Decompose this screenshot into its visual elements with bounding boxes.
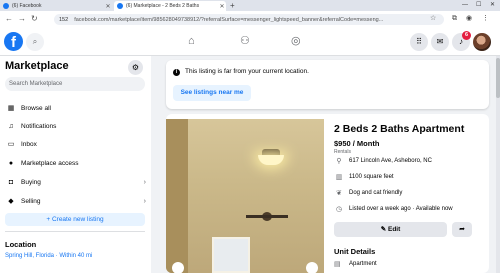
- sidebar-item-browse-all[interactable]: ▦ Browse all: [5, 101, 146, 115]
- storefront-icon: ▦: [7, 105, 15, 112]
- photo-light-glow: [258, 155, 284, 165]
- new-tab-button[interactable]: +: [230, 1, 235, 10]
- listing-address: 617 Lincoln Ave, Asheboro, NC: [349, 158, 432, 164]
- facebook-top-nav: f ⌕ ⌂ ⚇ ◎ ⠿ ✉ ♪ 6: [0, 28, 500, 56]
- browser-toolbar: ← → ↻ 152 facebook.com/marketplace/item/…: [0, 11, 500, 28]
- site-info-chip[interactable]: 152: [59, 17, 68, 23]
- edit-button[interactable]: ✎ Edit: [334, 222, 447, 237]
- address-row: ⚲ 617 Lincoln Ave, Asheboro, NC: [334, 157, 432, 165]
- bell-icon: ♫: [8, 122, 14, 130]
- user-icon: ●: [8, 159, 14, 167]
- listing-pets: Dog and cat friendly: [349, 190, 403, 196]
- chevron-right-icon: ›: [143, 178, 146, 186]
- url-text: facebook.com/marketplace/item/9856280497…: [74, 16, 384, 23]
- minimize-button[interactable]: —: [462, 0, 468, 10]
- sidebar-item-label: Browse all: [21, 104, 51, 112]
- gear-icon[interactable]: ⚙: [128, 60, 143, 75]
- listing-price: $950 / Month: [334, 139, 380, 148]
- share-arrow-icon: ➦: [459, 226, 465, 233]
- sidebar-item-label: Buying: [21, 178, 41, 186]
- sidebar-item-buying[interactable]: ◘ Buying ›: [5, 175, 146, 189]
- sidebar-item-inbox[interactable]: ▭ Inbox: [5, 137, 146, 151]
- forward-arrow-icon[interactable]: →: [18, 14, 26, 24]
- listed-row: ◷ Listed over a week ago · Available now: [334, 205, 453, 213]
- sidebar-item-selling[interactable]: ◆ Selling ›: [5, 194, 146, 208]
- create-new-listing-button[interactable]: + Create new listing: [5, 213, 145, 226]
- menu-grid-icon[interactable]: ⠿: [410, 33, 428, 51]
- home-icon[interactable]: ⌂: [188, 35, 195, 47]
- building-icon: ▤: [334, 261, 341, 268]
- facebook-favicon-icon: [117, 3, 123, 9]
- close-window-button[interactable]: ✕: [490, 0, 495, 10]
- inbox-icon: ▭: [7, 141, 15, 148]
- see-listings-near-me-button[interactable]: See listings near me: [173, 85, 251, 101]
- groups-icon[interactable]: ◎: [291, 35, 301, 47]
- sidebar-item-label: Notifications: [21, 122, 57, 130]
- photo-window: [212, 237, 250, 273]
- sidebar-item-notifications[interactable]: ♫ Notifications: [5, 119, 146, 133]
- pencil-icon: ✎: [380, 226, 388, 233]
- sidebar-item-label: Marketplace access: [21, 159, 79, 167]
- pets-row: ❦ Dog and cat friendly: [334, 189, 402, 197]
- previous-photo-button[interactable]: [172, 262, 184, 273]
- back-arrow-icon[interactable]: ←: [5, 14, 13, 24]
- notice-message: This listing is far from your current lo…: [185, 68, 309, 75]
- bag-icon: ◘: [8, 178, 14, 186]
- photo-fan-blades: [246, 215, 288, 218]
- unit-type: Apartment: [349, 261, 377, 267]
- tab-close-icon[interactable]: ✕: [218, 3, 226, 10]
- profile-icon[interactable]: ◉: [466, 14, 472, 24]
- scrollbar-thumb[interactable]: [496, 58, 500, 98]
- reload-icon[interactable]: ↻: [31, 14, 38, 24]
- listing-size: 1100 square feet: [349, 174, 394, 180]
- browser-tab-strip: (6) Facebook ✕ (6) Marketplace - 2 Beds …: [0, 0, 500, 11]
- facebook-logo-icon[interactable]: f: [4, 32, 23, 51]
- unit-type-row: ▤ Apartment: [334, 260, 377, 268]
- listing-listed: Listed over a week ago · Available now: [349, 206, 453, 212]
- share-button[interactable]: ➦: [452, 222, 472, 237]
- listing-photo[interactable]: [166, 119, 324, 273]
- marketplace-search-input[interactable]: Search Marketplace: [5, 77, 145, 91]
- search-icon[interactable]: ⌕: [26, 33, 44, 51]
- sidebar-item-label: Inbox: [21, 140, 37, 148]
- sidebar-title: Marketplace: [5, 60, 69, 72]
- maximize-button[interactable]: ☐: [476, 0, 481, 10]
- bookmark-star-icon[interactable]: ☆: [430, 14, 436, 22]
- location-heading: Location: [5, 240, 37, 249]
- tab-label: (6) Facebook: [12, 3, 42, 9]
- notification-count-badge: 6: [462, 31, 471, 40]
- extensions-icon[interactable]: ⧉: [452, 14, 457, 24]
- photo-wall-shade: [166, 119, 188, 273]
- tag-icon: ◆: [8, 198, 14, 205]
- info-icon: i: [173, 69, 180, 76]
- size-row: ▥ 1100 square feet: [334, 173, 394, 181]
- avatar[interactable]: [473, 33, 491, 51]
- marketplace-sidebar: Marketplace ⚙ Search Marketplace ▦ Brows…: [0, 56, 151, 273]
- sidebar-item-label: Selling: [21, 197, 41, 205]
- location-link[interactable]: Spring Hill, Florida · Within 40 mi: [5, 253, 92, 259]
- next-photo-button[interactable]: [306, 262, 318, 273]
- distance-notice-card: i This listing is far from your current …: [166, 60, 489, 109]
- paw-icon: ❦: [336, 190, 342, 197]
- divider: [5, 231, 145, 232]
- clock-icon: ◷: [335, 206, 343, 213]
- location-pin-icon: ⚲: [336, 158, 342, 165]
- messenger-icon[interactable]: ✉: [431, 33, 449, 51]
- edit-label: Edit: [387, 226, 401, 233]
- friends-icon[interactable]: ⚇: [240, 35, 250, 47]
- browser-tab-marketplace[interactable]: (6) Marketplace - 2 Beds 2 Baths ✕: [114, 1, 226, 11]
- listing-category: Rentals: [334, 149, 351, 155]
- browser-tab-facebook[interactable]: (6) Facebook ✕: [0, 1, 112, 11]
- ruler-icon: ▥: [335, 174, 343, 181]
- tab-label: (6) Marketplace - 2 Beds 2 Baths: [126, 3, 200, 9]
- chevron-right-icon: ›: [143, 197, 146, 205]
- listing-title: 2 Beds 2 Baths Apartment: [334, 123, 465, 135]
- address-bar[interactable]: 152 facebook.com/marketplace/item/985628…: [54, 14, 444, 25]
- sidebar-item-marketplace-access[interactable]: ● Marketplace access: [5, 156, 146, 170]
- unit-details-heading: Unit Details: [334, 247, 376, 256]
- tab-close-icon[interactable]: ✕: [104, 3, 112, 10]
- browser-menu-icon[interactable]: ⋮: [482, 14, 489, 24]
- facebook-favicon-icon: [3, 3, 9, 9]
- listing-card: 2 Beds 2 Baths Apartment $950 / Month Re…: [166, 114, 489, 273]
